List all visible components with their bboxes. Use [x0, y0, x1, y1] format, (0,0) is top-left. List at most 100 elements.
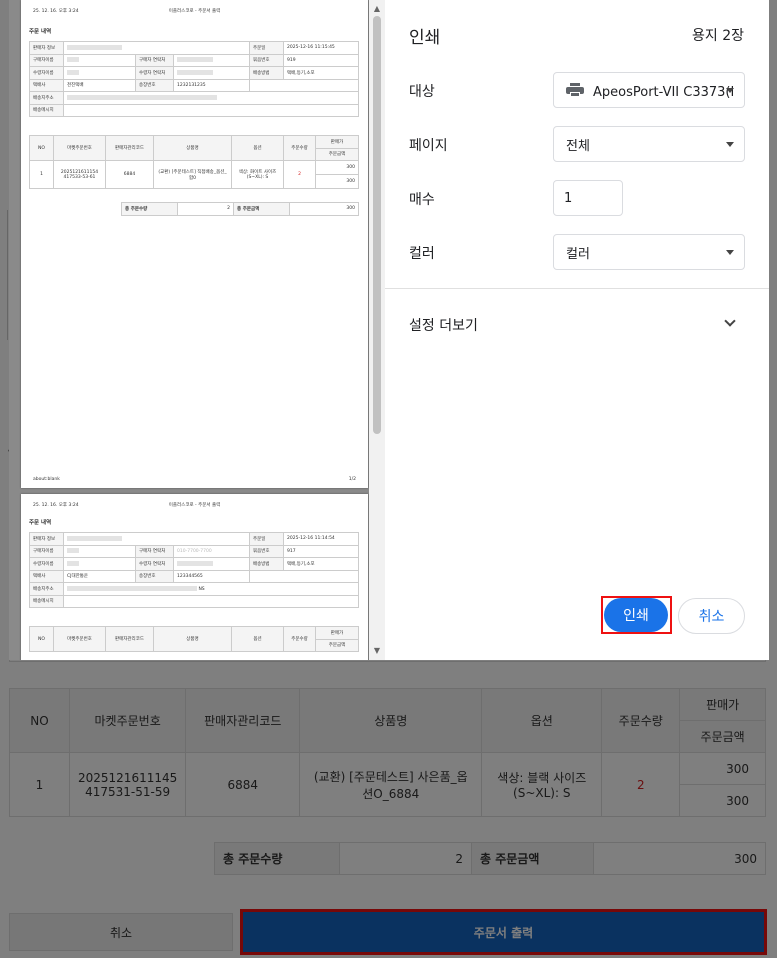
- mini-col: NO: [29, 135, 54, 161]
- preview-doc-title: 이플러스코로 - 주문서 출력: [168, 9, 221, 14]
- info-label: 묶음번호: [249, 544, 284, 558]
- info-value: 2025-12-16 11:14:54: [283, 532, 359, 546]
- chevron-down-icon: [726, 88, 734, 93]
- preview-page-1: 이플러스코로 - 주문서 출력 25. 12. 16. 오후 3:24 주문 내…: [21, 0, 368, 488]
- mini-col: 판매가: [315, 626, 359, 640]
- mini-total-value: 2: [177, 202, 234, 216]
- preview-items-table: NO 마켓주문번호 판매자관리코드 상품명 옵션 주문수량 판매가 주문금액 1…: [29, 135, 359, 189]
- info-label: 배송지주소: [29, 582, 64, 596]
- info-label: 구매자 연락처: [135, 544, 174, 558]
- info-label: 구매자이름: [29, 53, 64, 67]
- info-value: 123344565: [173, 569, 250, 583]
- mini-cell: (교환) [주문테스트] 직접배송_옵션_합0: [153, 160, 232, 189]
- mini-cell: 색상: 화이트 사이즈(S~XL): S: [231, 160, 284, 189]
- info-label: 수령자이름: [29, 66, 64, 80]
- preview-items-table: NO 마켓주문번호 판매자관리코드 상품명 옵션 주문수량 판매가 주문금액: [29, 626, 359, 652]
- color-value: 컬러: [566, 246, 590, 262]
- info-label: 배송메시지: [29, 103, 64, 117]
- printer-icon: [566, 83, 584, 97]
- info-label: 배송메시지: [29, 594, 64, 608]
- color-select[interactable]: 컬러: [553, 234, 745, 270]
- pages-select[interactable]: 전체: [553, 126, 745, 162]
- info-label: 수령자이름: [29, 557, 64, 571]
- info-label: 수령자 연락처: [135, 557, 174, 571]
- divider: [385, 288, 769, 289]
- mini-col: NO: [29, 626, 54, 652]
- info-label: 묶음번호: [249, 53, 284, 67]
- mini-col: 주문수량: [283, 135, 316, 161]
- expand-chevron-icon[interactable]: [724, 315, 736, 327]
- mini-total-label: 총 주문금액: [233, 202, 290, 216]
- preview-info-table: 판매자 정보 주문일 2025-12-16 11:15:45 구매자이름 구매자…: [29, 41, 359, 117]
- info-value: CJ대한통운: [63, 569, 136, 583]
- info-label: 택배사: [29, 78, 64, 92]
- mini-col: 마켓주문번호: [53, 626, 106, 652]
- info-label: 판매자 정보: [29, 41, 64, 55]
- copies-input[interactable]: 1: [553, 180, 623, 216]
- mini-col: 상품명: [153, 135, 232, 161]
- print-preview[interactable]: 이플러스코로 - 주문서 출력 25. 12. 16. 오후 3:24 주문 내…: [9, 0, 385, 660]
- info-label: 주문일: [249, 532, 284, 546]
- info-value: 917: [283, 544, 359, 558]
- preview-doc-title: 이플러스코로 - 주문서 출력: [168, 503, 221, 508]
- mini-total-value: 300: [289, 202, 359, 216]
- destination-value: ApeosPort-VII C3373(B큐: [593, 84, 733, 100]
- dialog-title: 인쇄: [409, 28, 441, 48]
- preview-totals-table: 총 주문수량 2 총 주문금액 300: [121, 202, 359, 216]
- preview-info-table: 판매자 정보 주문일 2025-12-16 11:14:54 구매자이름 구매자…: [29, 532, 359, 608]
- destination-select[interactable]: ApeosPort-VII C3373(B큐: [553, 72, 745, 108]
- mini-col: 마켓주문번호: [53, 135, 106, 161]
- info-label: 배송방법: [249, 557, 284, 571]
- info-value: NS: [198, 586, 205, 592]
- chevron-down-icon: [726, 250, 734, 255]
- scroll-down-icon[interactable]: ▼: [369, 644, 385, 658]
- preview-section-title: 주문 내역: [29, 520, 52, 526]
- preview-date: 25. 12. 16. 오후 3:24: [33, 503, 79, 508]
- mini-cell: 6884: [105, 160, 154, 189]
- mini-col: 옵션: [231, 626, 284, 652]
- info-label: 배송지주소: [29, 91, 64, 105]
- more-settings-toggle[interactable]: 설정 더보기: [409, 315, 478, 335]
- mini-cell: 300: [315, 160, 359, 175]
- scroll-up-icon[interactable]: ▲: [369, 2, 385, 16]
- mini-cell: 2025121611154 417533-53-61: [53, 160, 106, 189]
- info-label: 주문일: [249, 41, 284, 55]
- mini-cell: 2: [283, 160, 316, 189]
- info-value: 천진택배: [63, 78, 136, 92]
- print-settings-panel: 인쇄 용지 2장 대상 ApeosPort-VII C3373(B큐 페이지 전…: [385, 0, 769, 660]
- preview-date: 25. 12. 16. 오후 3:24: [33, 9, 79, 14]
- info-label: 구매자이름: [29, 544, 64, 558]
- copies-label: 매수: [409, 192, 435, 208]
- mini-cell: 1: [29, 160, 54, 189]
- mini-col: 판매자관리코드: [105, 135, 154, 161]
- chevron-down-icon: [726, 142, 734, 147]
- info-label: 판매자 정보: [29, 532, 64, 546]
- info-label: 수령자 연락처: [135, 66, 174, 80]
- color-label: 컬러: [409, 246, 435, 262]
- mini-col: 주문금액: [315, 147, 359, 161]
- print-button[interactable]: 인쇄: [604, 598, 668, 632]
- info-label: 송장번호: [135, 78, 174, 92]
- info-value: 010-7700-7700: [173, 544, 250, 558]
- mini-col: 판매가: [315, 135, 359, 149]
- info-value: 1232131235: [173, 78, 250, 92]
- info-label: 송장번호: [135, 569, 174, 583]
- info-label: 택배사: [29, 569, 64, 583]
- pages-label: 페이지: [409, 138, 448, 154]
- mini-col: 상품명: [153, 626, 232, 652]
- pages-value: 전체: [566, 138, 590, 154]
- preview-footer-page: 1/2: [348, 477, 356, 482]
- mini-col: 주문수량: [283, 626, 316, 652]
- scroll-thumb[interactable]: [373, 16, 381, 434]
- preview-page-2: 이플러스코로 - 주문서 출력 25. 12. 16. 오후 3:24 주문 내…: [21, 494, 368, 660]
- mini-cell: 300: [315, 174, 359, 189]
- mini-col: 판매자관리코드: [105, 626, 154, 652]
- info-value: 택배,등기,소포: [283, 66, 359, 80]
- cancel-button[interactable]: 취소: [678, 598, 745, 634]
- preview-section-title: 주문 내역: [29, 29, 52, 35]
- mini-col: 옵션: [231, 135, 284, 161]
- print-dialog: 이플러스코로 - 주문서 출력 25. 12. 16. 오후 3:24 주문 내…: [9, 0, 769, 660]
- mini-total-label: 총 주문수량: [121, 202, 178, 216]
- preview-scrollbar[interactable]: ▲ ▼: [369, 0, 385, 660]
- destination-label: 대상: [409, 84, 435, 100]
